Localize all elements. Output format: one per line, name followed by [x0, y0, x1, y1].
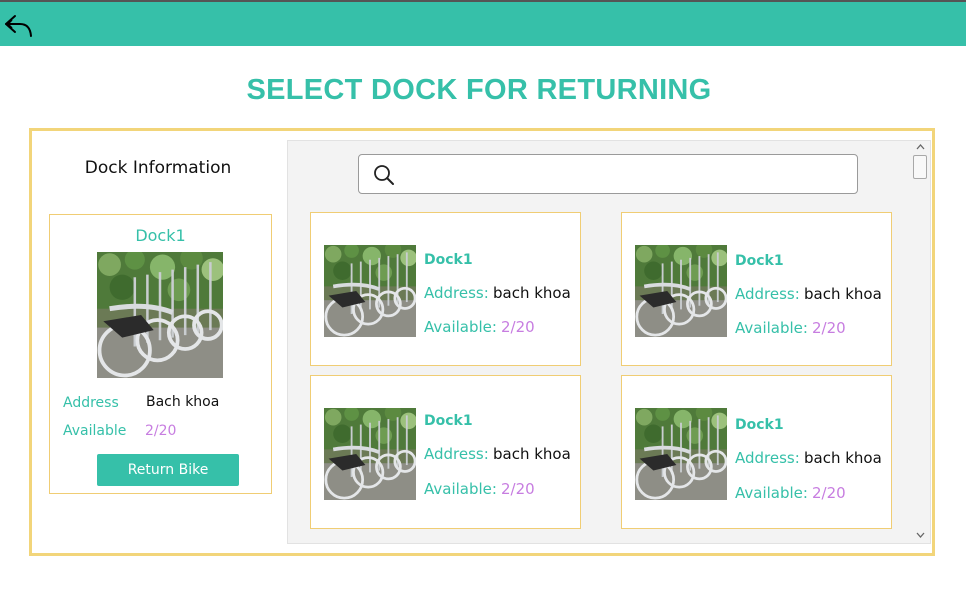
dock-available-label: Available: — [424, 480, 497, 498]
dock-available-value: 2/20 — [501, 480, 535, 498]
bike-dock-photo — [635, 408, 727, 500]
dock-name: Dock1 — [735, 253, 784, 269]
bike-dock-photo — [324, 408, 416, 500]
vertical-scrollbar[interactable] — [910, 141, 930, 543]
dock-available-value: 2/20 — [812, 484, 846, 502]
dock-card[interactable]: Dock1 Address: bach khoa Available: 2/20 — [621, 212, 892, 366]
dock-available-label: Available: — [735, 319, 808, 337]
scrollbar-thumb[interactable] — [913, 155, 927, 179]
dock-available-label: Available: — [424, 318, 497, 336]
dock-address-value: bach khoa — [804, 285, 882, 303]
bike-dock-photo — [97, 252, 223, 378]
dock-available-label: Available: — [735, 484, 808, 502]
selected-dock-name: Dock1 — [135, 226, 186, 245]
dock-card[interactable]: Dock1 Address: bach khoa Available: 2/20 — [310, 212, 581, 366]
chevron-down-icon[interactable] — [916, 531, 925, 539]
dock-address-value: bach khoa — [493, 284, 571, 302]
dock-address-label: Address: — [424, 445, 489, 463]
chevron-up-icon[interactable] — [916, 143, 925, 151]
dock-card[interactable]: Dock1 Address: bach khoa Available: 2/20 — [621, 375, 892, 529]
dock-name: Dock1 — [424, 413, 473, 429]
top-bar — [0, 0, 966, 46]
available-value: 2/20 — [145, 423, 177, 439]
bike-dock-photo — [635, 245, 727, 337]
search-input[interactable] — [403, 161, 843, 187]
dock-card[interactable]: Dock1 Address: bach khoa Available: 2/20 — [310, 375, 581, 529]
dock-info-heading: Dock Information — [84, 158, 232, 178]
dock-list-panel[interactable]: Dock1 Address: bach khoa Available: 2/20… — [287, 140, 931, 544]
dock-name: Dock1 — [424, 252, 473, 268]
reply-arrow-icon[interactable] — [3, 11, 33, 41]
dock-available-value: 2/20 — [812, 319, 846, 337]
dock-address-label: Address: — [735, 449, 800, 467]
search-box[interactable] — [358, 154, 858, 194]
dock-address-label: Address: — [735, 285, 800, 303]
dock-address-value: bach khoa — [804, 449, 882, 467]
dock-address-value: bach khoa — [493, 445, 571, 463]
selected-dock-card: Dock1 Address Bach khoa Available 2/20 R… — [49, 214, 272, 494]
search-icon — [374, 165, 394, 185]
dock-address-label: Address: — [424, 284, 489, 302]
dock-name: Dock1 — [735, 417, 784, 433]
dock-available-value: 2/20 — [501, 318, 535, 336]
bike-dock-photo — [324, 245, 416, 337]
page-title: SELECT DOCK FOR RETURNING — [246, 74, 712, 106]
address-value: Bach khoa — [146, 394, 220, 410]
available-label: Available — [63, 423, 127, 439]
return-bike-button[interactable]: Return Bike — [97, 454, 239, 486]
address-label: Address — [63, 395, 119, 411]
